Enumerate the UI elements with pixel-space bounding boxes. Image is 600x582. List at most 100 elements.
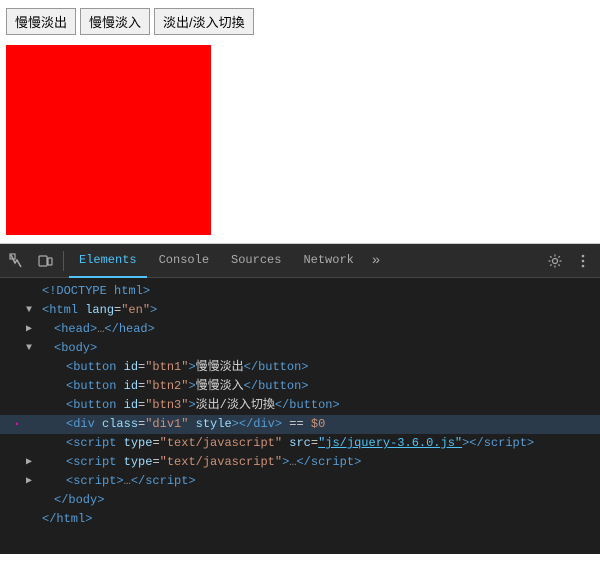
html-tag-close: >	[150, 302, 157, 319]
btn3-attr: id	[124, 397, 138, 414]
btn3-open: <button	[66, 397, 116, 414]
code-line-script3: ▶ <script>…</script>	[0, 472, 600, 491]
script2-open: <script	[66, 454, 116, 471]
expand-6	[26, 378, 40, 395]
more-options-icon[interactable]	[570, 248, 596, 274]
toolbar-separator	[63, 251, 64, 271]
device-icon[interactable]	[32, 248, 58, 274]
body-open-tag: <body>	[54, 340, 97, 357]
html-eq: =	[114, 302, 121, 319]
expand-12	[26, 492, 40, 509]
div1-eq: ==	[282, 416, 311, 433]
devtools-content[interactable]: <!DOCTYPE html> ▼ <html lang="en"> ▶ <he…	[0, 278, 600, 554]
btn2-end: </button>	[244, 378, 309, 395]
doctype-text: <!DOCTYPE html>	[42, 283, 150, 300]
animated-box	[6, 45, 211, 235]
code-line-html-close: </html>	[0, 510, 600, 529]
btn1-end: </button>	[244, 359, 309, 376]
expand-7	[26, 397, 40, 414]
script2-gt: >	[282, 454, 289, 471]
script1-close: ></script>	[462, 435, 534, 452]
script2-close: </script>	[296, 454, 361, 471]
code-line-btn3: <button id="btn3">淡出/淡入切換</button>	[0, 396, 600, 415]
div1-open: <div	[66, 416, 95, 433]
devtools-toolbar: Elements Console Sources Network »	[0, 244, 600, 278]
btn3-text: 淡出/淡入切換	[196, 397, 275, 414]
btn1-open: <button	[66, 359, 116, 376]
expand-9	[26, 435, 40, 452]
code-line-script1: <script type="text/javascript" src="js/j…	[0, 434, 600, 453]
html-val: "en"	[121, 302, 150, 319]
code-line-script2: ▶ <script type="text/javascript">…</scri…	[0, 453, 600, 472]
expand-10[interactable]: ▶	[26, 454, 40, 471]
div1-style-attr: style	[196, 416, 232, 433]
btn2-attr: id	[124, 378, 138, 395]
btn2-close: >	[188, 378, 195, 395]
html-tag-open: <html	[42, 302, 78, 319]
code-line-html: ▼ <html lang="en">	[0, 301, 600, 320]
code-line-body-close: </body>	[0, 491, 600, 510]
tab-elements[interactable]: Elements	[69, 244, 147, 278]
btn1-attr: id	[124, 359, 138, 376]
script3-ellipsis: …	[124, 473, 131, 490]
script1-src-attr: src	[289, 435, 311, 452]
tab-network[interactable]: Network	[293, 244, 363, 278]
expand-11[interactable]: ▶	[26, 473, 40, 490]
btn2-text: 慢慢淡入	[196, 378, 244, 395]
expand-1	[26, 283, 40, 300]
code-line-head: ▶ <head>…</head>	[0, 320, 600, 339]
script2-type-attr: type	[124, 454, 153, 471]
tab-sources[interactable]: Sources	[221, 244, 291, 278]
code-line-body-open: ▼ <body>	[0, 339, 600, 358]
html-close-tag: </html>	[42, 511, 92, 528]
script1-type-val: "text/javascript"	[160, 435, 282, 452]
script2-ellipsis: …	[289, 454, 296, 471]
div1-dollar: $0	[311, 416, 325, 433]
btn1-close: >	[188, 359, 195, 376]
toolbar-right-icons	[542, 248, 596, 274]
btn2-val: "btn2"	[145, 378, 188, 395]
expand-2[interactable]: ▼	[26, 302, 40, 319]
head-close: </head>	[104, 321, 154, 338]
fadeout-button[interactable]: 慢慢淡出	[6, 8, 76, 35]
div1-close: ></div>	[232, 416, 282, 433]
expand-3[interactable]: ▶	[26, 321, 40, 338]
code-line-btn2: <button id="btn2">慢慢淡入</button>	[0, 377, 600, 396]
fadein-button[interactable]: 慢慢淡入	[80, 8, 150, 35]
code-line-div1: · <div class="div1" style></div> == $0	[0, 415, 600, 434]
div1-class-val: "div1"	[145, 416, 188, 433]
script2-type-val: "text/javascript"	[160, 454, 282, 471]
script1-src-val[interactable]: "js/jquery-3.6.0.js"	[318, 435, 462, 452]
code-line-btn1: <button id="btn1">慢慢淡出</button>	[0, 358, 600, 377]
gutter-8: ·	[8, 416, 26, 432]
btn3-val: "btn3"	[145, 397, 188, 414]
btn3-end: </button>	[275, 397, 340, 414]
devtools-panel: Elements Console Sources Network »	[0, 244, 600, 554]
button-row: 慢慢淡出 慢慢淡入 淡出/淡入切換	[6, 8, 594, 35]
head-ellipsis: …	[97, 321, 104, 338]
btn1-text: 慢慢淡出	[196, 359, 244, 376]
inspect-icon[interactable]	[4, 248, 30, 274]
btn3-close: >	[188, 397, 195, 414]
script3-close: </script>	[131, 473, 196, 490]
expand-5	[26, 359, 40, 376]
expand-4[interactable]: ▼	[26, 340, 40, 357]
btn2-open: <button	[66, 378, 116, 395]
html-attr: lang	[85, 302, 114, 319]
div1-class-attr: class	[102, 416, 138, 433]
script3-open: <script>	[66, 473, 124, 490]
tab-console[interactable]: Console	[149, 244, 219, 278]
demo-area: 慢慢淡出 慢慢淡入 淡出/淡入切換	[0, 0, 600, 244]
expand-8	[26, 416, 40, 433]
html-space	[78, 302, 85, 319]
code-line-doctype: <!DOCTYPE html>	[0, 282, 600, 301]
head-tag: <head>	[54, 321, 97, 338]
settings-icon[interactable]	[542, 248, 568, 274]
expand-13	[26, 511, 40, 528]
btn1-val: "btn1"	[145, 359, 188, 376]
script1-open: <script	[66, 435, 116, 452]
script1-type-attr: type	[124, 435, 153, 452]
more-tabs-icon[interactable]: »	[366, 253, 386, 269]
body-close-tag: </body>	[54, 492, 104, 509]
toggle-button[interactable]: 淡出/淡入切換	[154, 8, 254, 35]
